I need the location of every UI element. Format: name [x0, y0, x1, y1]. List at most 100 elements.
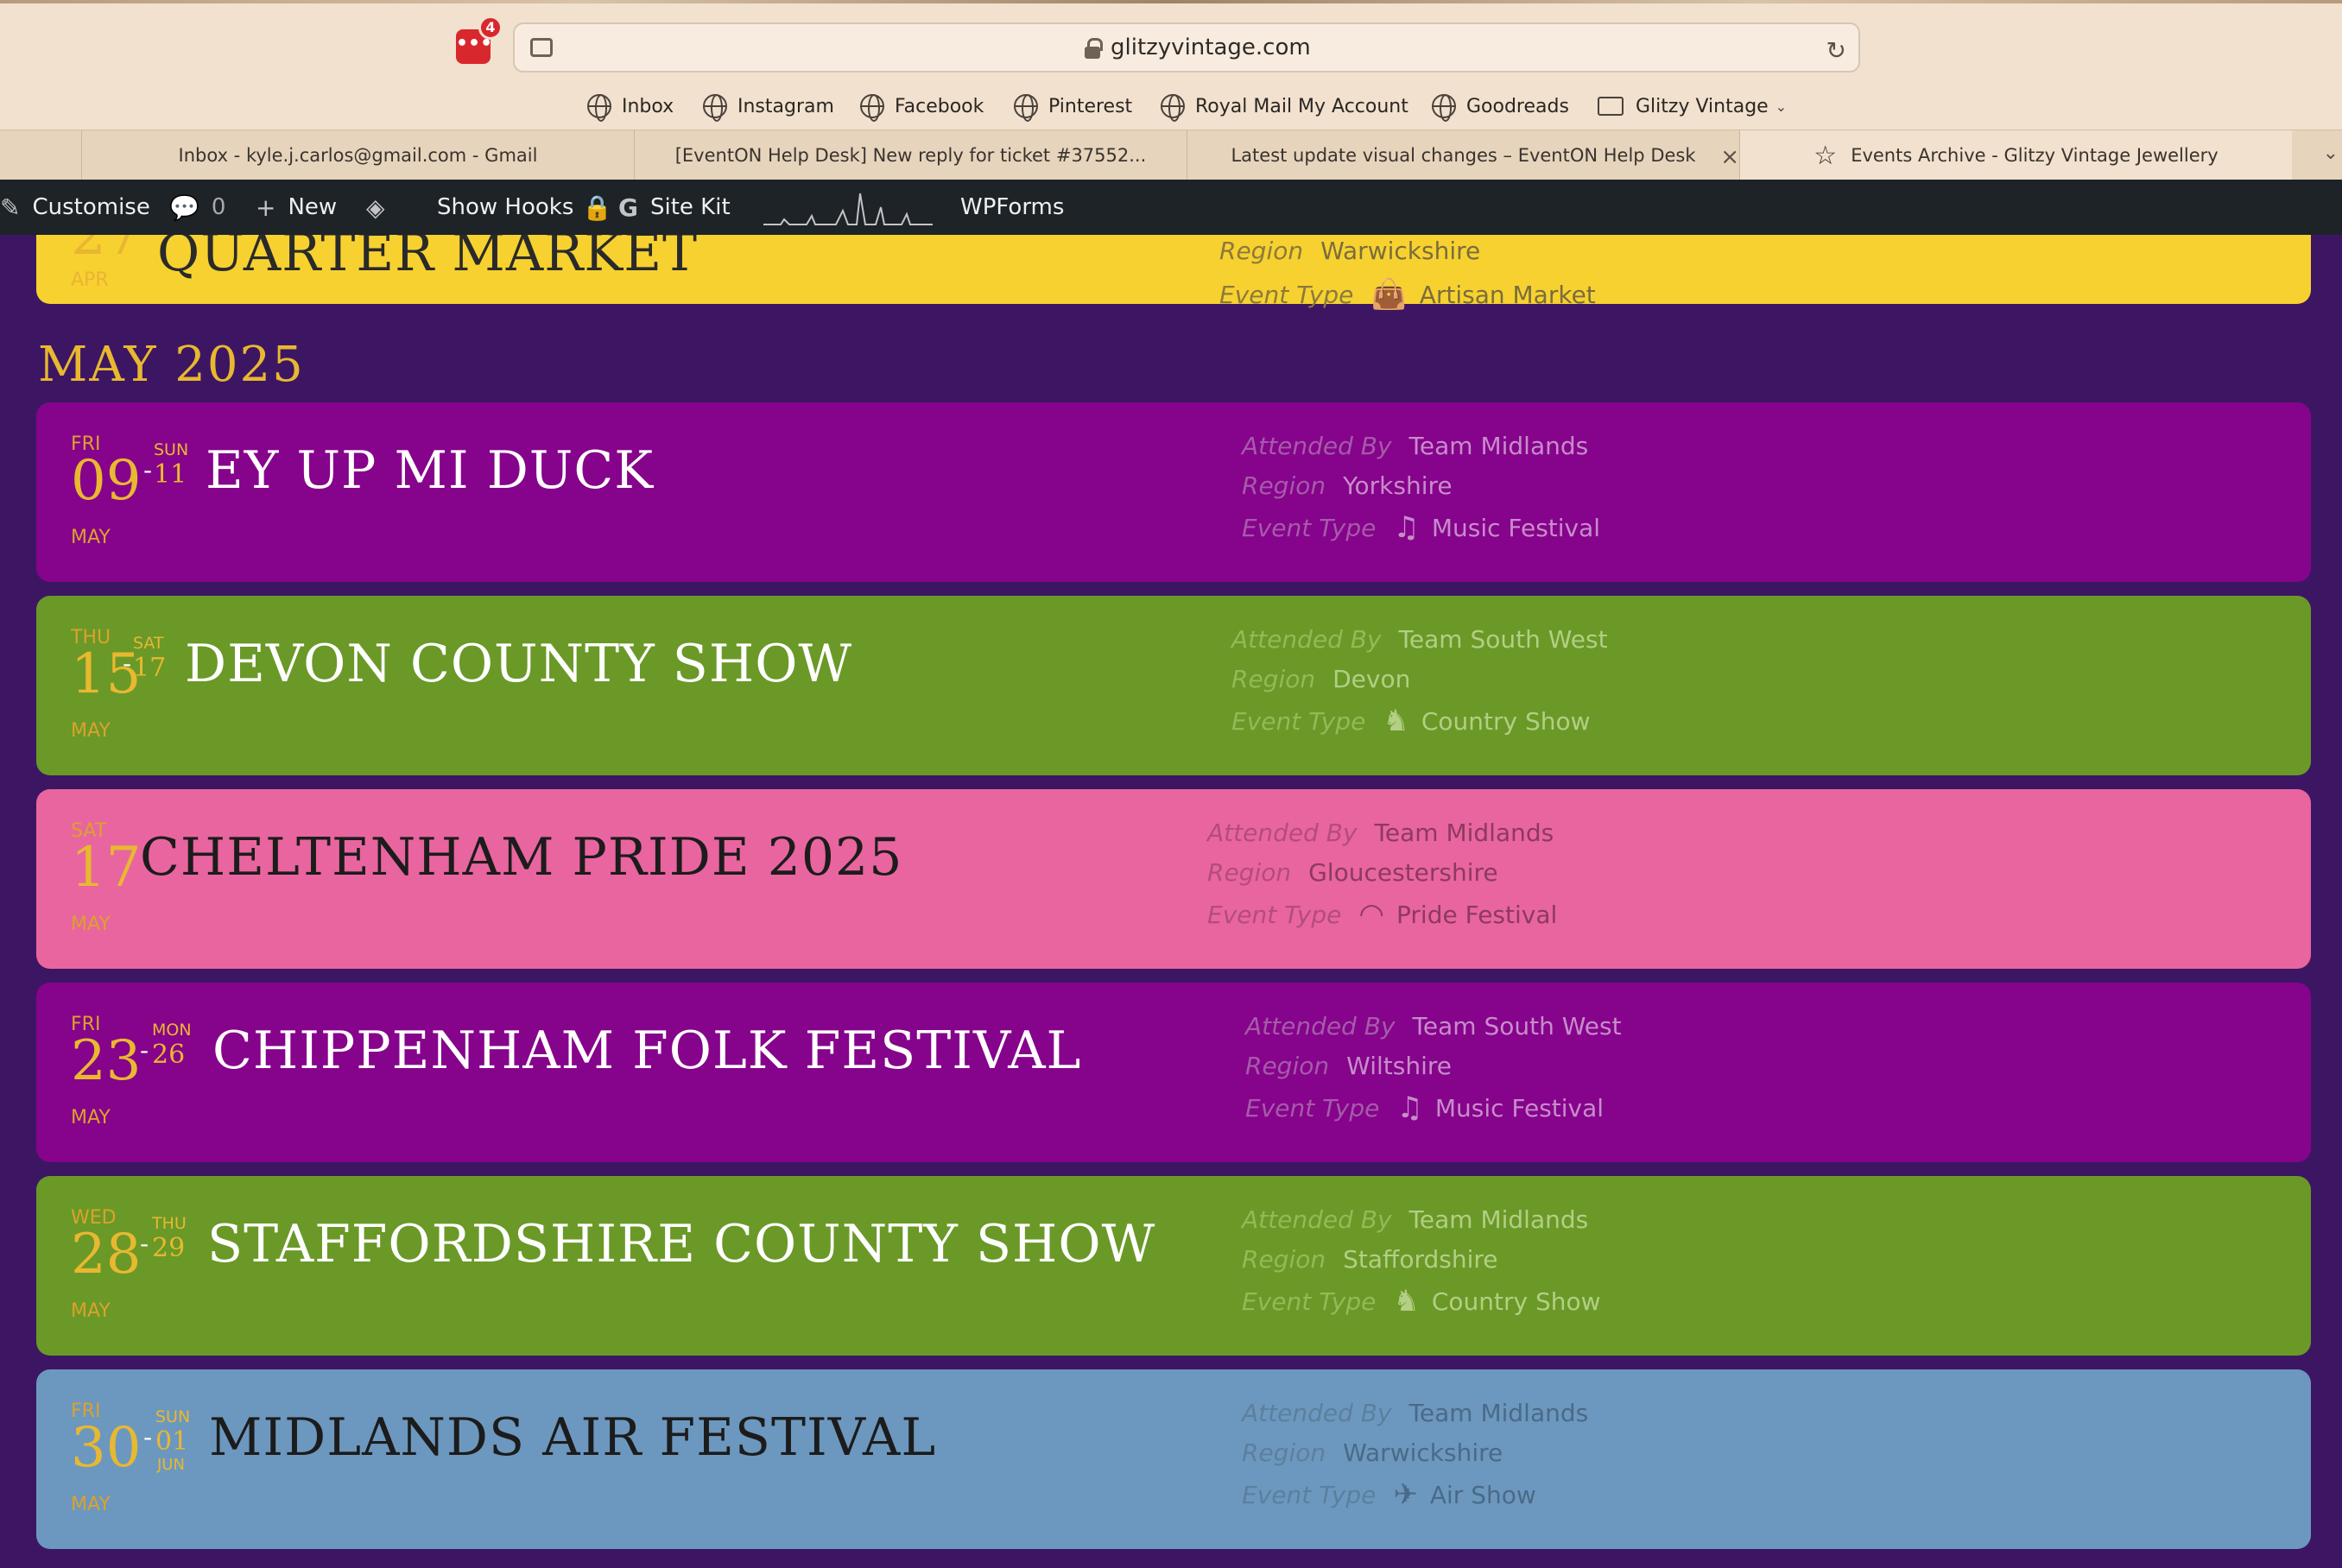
globe-icon [703, 94, 727, 122]
event-month: MAY [71, 1300, 111, 1322]
event-type: Event Type ◠ Pride Festival [1207, 897, 1558, 932]
event-month: MAY [71, 720, 111, 742]
event-region: Region Wiltshire [1245, 1052, 1452, 1080]
event-type: Event Type 👜 Artisan Market [1219, 277, 1596, 312]
admin-wpforms[interactable]: WPForms [960, 180, 1064, 235]
event-start-day: 28 [71, 1223, 142, 1287]
globe-icon [1161, 94, 1185, 122]
event-date-dash: - [123, 649, 132, 678]
event-title[interactable]: EY UP MI DUCK [206, 440, 654, 501]
event-region: Region Warwickshire [1219, 237, 1481, 265]
horse-icon: ♞ [1393, 1284, 1420, 1318]
bookmark-facebook[interactable]: Facebook [860, 90, 984, 123]
admin-show-hooks[interactable]: Show Hooks 🔒 [437, 180, 612, 235]
globe-icon [860, 94, 884, 122]
admin-comments[interactable]: 💬 0 [169, 180, 225, 235]
globe-icon [1014, 94, 1038, 122]
brush-icon: ✎ [0, 193, 21, 222]
music-note-icon: ♫ [1396, 1091, 1423, 1125]
admin-diamond[interactable]: ◈ [366, 180, 397, 235]
tab-eventon-visual-changes[interactable]: Latest update visual changes – EventON H… [1187, 130, 1739, 180]
event-type: Event Type ♞ Country Show [1231, 704, 1591, 738]
bookmark-goodreads[interactable]: Goodreads [1432, 90, 1569, 123]
event-card[interactable]: THU 15 MAY - SAT 17 DEVON COUNTY SHOW At… [36, 596, 2311, 775]
event-month: MAY [71, 1107, 111, 1129]
reload-icon[interactable]: ↻ [1826, 36, 1846, 65]
music-note-icon: ♫ [1393, 510, 1420, 545]
event-card[interactable]: SAT 17 MAY CHELTENHAM PRIDE 2025 Attende… [36, 789, 2311, 969]
event-region: Region Staffordshire [1242, 1245, 1498, 1274]
bookmark-folder-glitzy-vintage[interactable]: Glitzy Vintage ⌄ [1598, 90, 1787, 123]
event-type: Event Type ♫ Music Festival [1245, 1091, 1605, 1125]
bookmark-royal-mail[interactable]: Royal Mail My Account [1161, 90, 1408, 123]
tab-events-archive[interactable]: ☆ Events Archive - Glitzy Vintage Jewelle… [1739, 130, 2292, 180]
event-end-weekday: SAT [133, 634, 164, 653]
bookmark-inbox[interactable]: Inbox [587, 90, 674, 123]
extension-badge-count: 4 [478, 16, 503, 40]
folder-icon [1598, 97, 1624, 116]
rainbow-icon: ◠ [1358, 897, 1385, 932]
tab-eventon-ticket[interactable]: [EventON Help Desk] New reply for ticket… [634, 130, 1187, 180]
site-kit-sparkline [763, 193, 933, 225]
event-type: Event Type ✈ Air Show [1242, 1477, 1536, 1512]
events-archive-page: 27 APR QUARTER MARKET Region Warwickshire… [0, 235, 2342, 1568]
event-card[interactable]: FRI 30 MAY - SUN 01 JUN MIDLANDS AIR FES… [36, 1369, 2311, 1549]
event-card[interactable]: FRI 23 MAY - MON 26 CHIPPENHAM FOLK FEST… [36, 983, 2311, 1162]
extension-icon[interactable]: ••• 4 [456, 16, 503, 64]
event-end-day: 26 [152, 1040, 186, 1070]
event-end-weekday: MON [152, 1021, 192, 1040]
globe-icon [1432, 94, 1456, 122]
sidebar-toggle-icon[interactable] [530, 38, 553, 57]
event-type: Event Type ♞ Country Show [1242, 1284, 1601, 1318]
event-end-weekday: SUN [154, 440, 189, 459]
chevron-down-icon: ⌄ [1775, 98, 1788, 115]
admin-customise[interactable]: ✎ Customise [0, 180, 150, 235]
event-attended-by: Attended By Team Midlands [1242, 432, 1589, 460]
bookmark-pinterest[interactable]: Pinterest [1014, 90, 1132, 123]
globe-icon [587, 94, 611, 122]
address-url[interactable]: glitzyvintage.com [1111, 35, 1311, 60]
event-end-day: 17 [133, 653, 167, 683]
event-end-weekday: SUN [155, 1407, 191, 1426]
admin-site-kit[interactable]: G Site Kit [618, 180, 731, 235]
diamond-icon: ◈ [366, 193, 385, 222]
tab-gmail[interactable]: Inbox - kyle.j.carlos@gmail.com - Gmail [81, 130, 634, 180]
month-heading: MAY 2025 [38, 337, 305, 393]
event-attended-by: Attended By Team Midlands [1207, 819, 1554, 847]
event-end-month: JUN [157, 1456, 185, 1474]
event-start-day: 30 [71, 1416, 142, 1480]
address-bar[interactable]: glitzyvintage.com ↻ [513, 22, 1860, 73]
tab-overflow-icon[interactable]: ⌄ [2323, 142, 2339, 164]
tab-bar: Inbox - kyle.j.carlos@gmail.com - Gmail … [0, 130, 2342, 180]
event-title[interactable]: CHIPPENHAM FOLK FESTIVAL [212, 1021, 1081, 1081]
airplane-icon: ✈ [1393, 1477, 1418, 1512]
event-region: Region Yorkshire [1242, 471, 1453, 500]
event-title[interactable]: STAFFORDSHIRE COUNTY SHOW [207, 1214, 1155, 1274]
event-start-day: 17 [71, 836, 142, 900]
event-end-weekday: THU [152, 1214, 187, 1233]
admin-new[interactable]: + New [256, 180, 337, 235]
event-title[interactable]: CHELTENHAM PRIDE 2025 [140, 827, 902, 888]
event-card[interactable]: FRI 09 MAY - SUN 11 EY UP MI DUCK Attend… [36, 402, 2311, 582]
window-top-strip [0, 0, 2342, 3]
event-card-quarter-market[interactable]: 27 APR QUARTER MARKET Region Warwickshire… [36, 235, 2311, 309]
event-title[interactable]: DEVON COUNTY SHOW [185, 634, 852, 694]
event-date-dash: - [143, 456, 153, 484]
event-month: MAY [71, 914, 111, 935]
close-tab-icon[interactable]: × [1720, 144, 1739, 170]
browser-chrome: ••• 4 glitzyvintage.com ↻ Inbox Instagra… [0, 0, 2342, 180]
event-title[interactable]: MIDLANDS AIR FESTIVAL [209, 1407, 936, 1468]
event-region: Region Devon [1231, 665, 1411, 693]
event-month: MAY [71, 1494, 111, 1515]
event-end-day: 11 [154, 459, 187, 490]
event-type: Event Type ♫ Music Festival [1242, 510, 1601, 545]
bookmark-instagram[interactable]: Instagram [703, 90, 834, 123]
event-start-day: 23 [71, 1029, 142, 1093]
google-g-icon: G [618, 193, 638, 222]
plus-icon: + [256, 193, 276, 222]
event-attended-by: Attended By Team South West [1245, 1012, 1622, 1040]
event-card[interactable]: WED 28 MAY - THU 29 STAFFORDSHIRE COUNTY… [36, 1176, 2311, 1356]
event-start-day: 09 [71, 449, 142, 513]
event-title[interactable]: QUARTER MARKET [157, 235, 698, 283]
event-end-day: 29 [152, 1233, 186, 1263]
